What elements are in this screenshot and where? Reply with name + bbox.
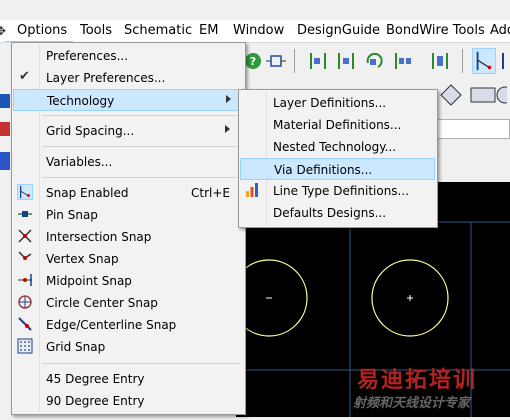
menu-schematic[interactable]: Schematic — [124, 23, 192, 38]
menu-item-intersection-snap[interactable]: Intersection Snap — [13, 226, 243, 248]
menu-separator — [42, 363, 240, 364]
technology-submenu: Layer Definitions... Material Definition… — [238, 89, 438, 228]
submenu-item-layer-definitions[interactable]: Layer Definitions... — [240, 92, 435, 114]
menu-separator — [42, 177, 240, 178]
component-icon[interactable] — [0, 152, 10, 170]
circle-center-snap-icon — [18, 295, 32, 309]
menu-designguide[interactable]: DesignGuide — [297, 23, 380, 38]
submenu-arrow-icon — [225, 125, 230, 133]
menu-item-variables[interactable]: Variables... — [13, 151, 243, 173]
menu-window[interactable]: Window — [233, 23, 284, 38]
rotate-icon[interactable] — [364, 50, 384, 72]
submenu-item-line-type-definitions[interactable]: Line Type Definitions... — [240, 180, 435, 202]
snap-enabled-icon — [17, 184, 33, 200]
menu-options[interactable]: Options — [17, 23, 67, 38]
file-icon[interactable] — [0, 94, 10, 108]
menu-em[interactable]: EM — [199, 23, 218, 38]
menu-item-circle-center-snap[interactable]: Circle Center Snap — [13, 292, 243, 314]
svg-text:?: ? — [250, 55, 256, 68]
intersection-snap-icon — [18, 229, 32, 243]
menu-separator — [42, 115, 240, 116]
menu-item-layer-preferences[interactable]: ✔ Layer Preferences... — [13, 67, 243, 89]
submenu-item-nested-technology[interactable]: Nested Technology... — [240, 136, 435, 158]
checkmark-icon: ✔ — [19, 69, 30, 84]
menu-item-midpoint-snap[interactable]: Midpoint Snap — [13, 270, 243, 292]
menu-item-grid-spacing[interactable]: Grid Spacing... — [13, 120, 243, 142]
menu-item-pin-snap[interactable]: Pin Snap — [13, 204, 243, 226]
submenu-arrow-icon — [226, 95, 231, 103]
vertex-snap-icon — [18, 251, 32, 260]
submenu-item-defaults-designs[interactable]: Defaults Designs... — [240, 202, 435, 224]
menu-bondwire-tools[interactable]: BondWire Tools — [386, 23, 485, 38]
menu-item-grid-snap[interactable]: Grid Snap — [13, 336, 243, 358]
submenu-item-material-definitions[interactable]: Material Definitions... — [240, 114, 435, 136]
menu-separator — [42, 146, 240, 147]
menubar: ✥ Options Tools Schematic EM Window Desi… — [0, 20, 510, 62]
bar-chart-icon — [246, 183, 258, 197]
menu-item-edge-centerline-snap[interactable]: Edge/Centerline Snap — [13, 314, 243, 336]
move-cursor-icon: ✥ — [0, 24, 7, 38]
port-icon[interactable] — [266, 50, 286, 72]
edge-snap-icon — [18, 317, 32, 331]
align-center-icon[interactable] — [336, 50, 356, 72]
menu-item-snap-enabled[interactable]: Snap Enabled Ctrl+E — [13, 182, 243, 204]
menu-add[interactable]: Add — [490, 23, 510, 38]
pin-snap-icon — [18, 211, 32, 217]
midpoint-snap-icon — [18, 274, 32, 286]
submenu-item-via-definitions[interactable]: Via Definitions... — [240, 158, 435, 180]
menu-item-45-degree-entry[interactable]: 45 Degree Entry — [13, 368, 243, 390]
spread-icon[interactable] — [430, 50, 450, 72]
align-left-icon[interactable] — [308, 50, 328, 72]
distribute-icon[interactable] — [394, 50, 414, 72]
menu-item-90-degree-entry[interactable]: 90 Degree Entry — [13, 390, 243, 412]
snap-toggle-icon[interactable] — [472, 48, 496, 74]
input-field[interactable] — [431, 119, 510, 139]
options-menu: Preferences... ✔ Layer Preferences... Te… — [11, 42, 246, 415]
toolbar-separator — [462, 49, 463, 73]
snap-pin-icon[interactable] — [500, 50, 510, 72]
shape-tools[interactable] — [437, 82, 507, 108]
toolbar-separator — [294, 49, 295, 73]
menu-tools[interactable]: Tools — [80, 23, 112, 38]
menu-item-preferences[interactable]: Preferences... — [13, 45, 243, 67]
error-icon[interactable] — [0, 122, 10, 136]
menu-item-vertex-snap[interactable]: Vertex Snap — [13, 248, 243, 270]
menu-item-technology[interactable]: Technology — [13, 89, 243, 111]
grid-snap-icon — [17, 338, 33, 354]
help-icon[interactable]: ? — [243, 50, 263, 72]
